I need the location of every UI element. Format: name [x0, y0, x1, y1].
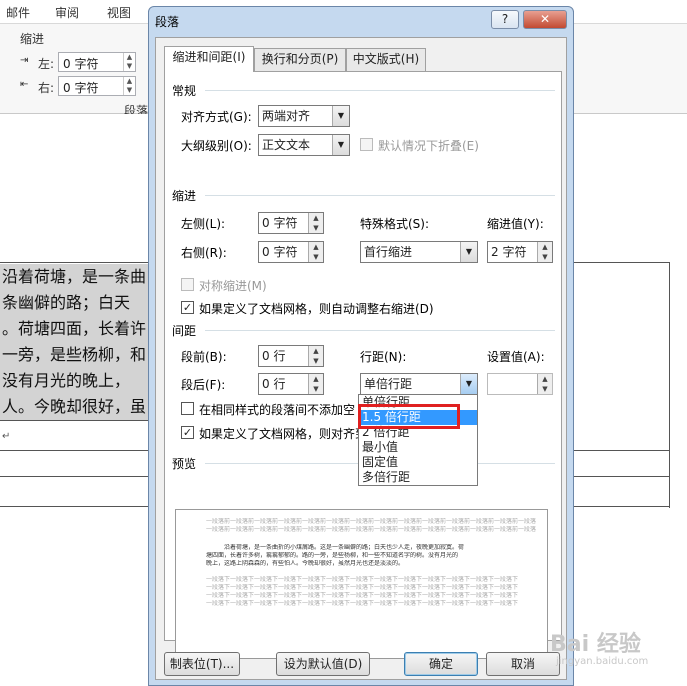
tab-mailings[interactable]: 邮件 — [6, 4, 30, 21]
preview-prev-text: 一段落前一段落前一段落前一段落前一段落前一段落前一段落前一段落前一段落前一段落前… — [206, 526, 536, 533]
outline-level-label: 大纲级别(O): — [181, 139, 252, 153]
line-spacing-option[interactable]: 多倍行距 — [359, 470, 477, 485]
preview-sample-text: 沿着荷塘，是一条曲折的小煤屑路。这是一条幽僻的路；白天也少人走，夜晚更加寂寞。荷 — [224, 544, 465, 551]
line-spacing-at-spinner[interactable]: ▲ ▼ — [487, 373, 553, 395]
preview-next-text: 一段落下一段落下一段落下一段落下一段落下一段落下一段落下一段落下一段落下一段落下… — [206, 576, 519, 583]
separator — [205, 90, 555, 91]
indent-left-icon: ⇥ — [20, 55, 29, 66]
section-preview: 预览 — [172, 457, 197, 471]
no-space-same-style-label: 在相同样式的段落间不添加空 — [199, 403, 356, 417]
mirror-indents-checkbox[interactable] — [181, 278, 194, 291]
baidu-watermark: Bai 经验 — [550, 632, 641, 657]
indent-by-spinner[interactable]: 2 字符 ▲ ▼ — [487, 241, 553, 263]
section-general: 常规 — [172, 84, 197, 98]
highlight-box — [358, 404, 460, 429]
preview-sample-text: 晚上，这路上阴森森的，有些怕人。今晚却很好，虽然月光也还是淡淡的。 — [206, 560, 405, 567]
table-border — [572, 506, 670, 507]
table-border — [572, 450, 670, 451]
line-spacing-option[interactable]: 最小值 — [359, 440, 477, 455]
paragraph-mark-icon: ↵ — [2, 431, 11, 442]
tab-view[interactable]: 视图 — [107, 4, 131, 21]
line-spacing-at-label: 设置值(A): — [487, 350, 545, 364]
auto-adjust-right-indent-label: 如果定义了文档网格，则自动调整右缩进(D) — [199, 302, 434, 316]
preview-sample-text: 塘四面，长着许多树，蓊蓊郁郁的。路的一旁，是些杨柳，和一些不知道名字的树。没有月… — [206, 552, 459, 559]
table-border — [0, 262, 160, 263]
table-border — [572, 262, 670, 263]
table-border — [669, 262, 670, 508]
tab-review[interactable]: 审阅 — [55, 4, 79, 21]
collapse-by-default-label: 默认情况下折叠(E) — [378, 139, 479, 153]
section-indentation: 缩进 — [172, 189, 197, 203]
indent-left-label: 左侧(L): — [181, 217, 226, 231]
chevron-down-icon: ▼ — [332, 135, 349, 155]
spacing-before-label: 段前(B): — [181, 350, 227, 364]
line-spacing-label: 行距(N): — [360, 350, 407, 364]
alignment-label: 对齐方式(G): — [181, 110, 252, 124]
help-button[interactable]: ? — [491, 10, 519, 29]
no-space-same-style-checkbox[interactable] — [181, 402, 194, 415]
spacing-after-label: 段后(F): — [181, 378, 226, 392]
snap-to-grid-label: 如果定义了文档网格，则对齐到 — [199, 427, 368, 441]
table-border — [0, 450, 160, 451]
table-border — [0, 506, 160, 507]
tab-indent-spacing[interactable]: 缩进和间距(I) — [164, 46, 254, 72]
tabs-button[interactable]: 制表位(T)... — [164, 652, 240, 676]
alignment-combo[interactable]: 两端对齐 ▼ — [258, 105, 350, 127]
indent-left-spinner[interactable]: 0 字符 ▲ ▼ — [258, 212, 324, 234]
chevron-down-icon: ▼ — [332, 106, 349, 126]
indent-right-label: 右: — [38, 81, 55, 95]
ribbon-right-indent-spinner[interactable]: 0 字符 ▲ ▼ — [58, 76, 136, 96]
table-border — [0, 476, 160, 477]
tab-panel: 常规 对齐方式(G): 两端对齐 ▼ 大纲级别(O): 正文文本 ▼ 默认情况下折叠… — [164, 71, 562, 659]
paragraph-dialog: 段落 ? ✕ 缩进和间距(I) 换行和分页(P) 中文版式(H) 常规 对齐方式… — [148, 6, 574, 686]
table-border — [572, 476, 670, 477]
spacing-after-spinner[interactable]: 0 行 ▲ ▼ — [258, 373, 324, 395]
indent-left-label: 左: — [38, 57, 55, 71]
preview-next-text: 一段落下一段落下一段落下一段落下一段落下一段落下一段落下一段落下一段落下一段落下… — [206, 592, 519, 599]
preview-prev-text: 一段落前一段落前一段落前一段落前一段落前一段落前一段落前一段落前一段落前一段落前… — [206, 518, 536, 525]
indent-right-spinner[interactable]: 0 字符 ▲ ▼ — [258, 241, 324, 263]
tab-line-page-breaks[interactable]: 换行和分页(P) — [254, 48, 346, 71]
collapse-by-default-checkbox[interactable] — [360, 138, 373, 151]
mirror-indents-label: 对称缩进(M) — [199, 279, 267, 293]
indent-right-icon: ⇤ — [20, 79, 29, 90]
indent-group-label: 缩进 — [20, 32, 45, 46]
indent-by-label: 缩进值(Y): — [487, 217, 544, 231]
chevron-down-icon: ▼ — [460, 374, 477, 394]
dialog-body: 缩进和间距(I) 换行和分页(P) 中文版式(H) 常规 对齐方式(G): 两端… — [155, 37, 567, 680]
spacing-before-spinner[interactable]: 0 行 ▲ ▼ — [258, 345, 324, 367]
dialog-title: 段落 — [155, 15, 180, 29]
ok-button[interactable]: 确定 — [404, 652, 478, 676]
chevron-down-icon: ▼ — [460, 242, 477, 262]
baidu-watermark-url: jingyan.baidu.com — [556, 656, 649, 667]
tab-asian-typography[interactable]: 中文版式(H) — [346, 48, 426, 71]
outline-level-combo[interactable]: 正文文本 ▼ — [258, 134, 350, 156]
ribbon-left-indent-spinner[interactable]: 0 字符 ▲ ▼ — [58, 52, 136, 72]
special-indent-combo[interactable]: 首行缩进 ▼ — [360, 241, 478, 263]
paragraph-preview: 一段落前一段落前一段落前一段落前一段落前一段落前一段落前一段落前一段落前一段落前… — [175, 509, 548, 659]
preview-next-text: 一段落下一段落下一段落下一段落下一段落下一段落下一段落下一段落下一段落下一段落下… — [206, 600, 519, 607]
line-spacing-combo[interactable]: 单倍行距 ▼ — [360, 373, 478, 395]
cancel-button[interactable]: 取消 — [486, 652, 560, 676]
separator — [205, 330, 555, 331]
separator — [205, 195, 555, 196]
indent-right-label: 右侧(R): — [181, 246, 227, 260]
close-button[interactable]: ✕ — [523, 10, 567, 29]
set-as-default-button[interactable]: 设为默认值(D) — [276, 652, 370, 676]
line-spacing-option[interactable]: 固定值 — [359, 455, 477, 470]
special-indent-label: 特殊格式(S): — [360, 217, 430, 231]
preview-next-text: 一段落下一段落下一段落下一段落下一段落下一段落下一段落下一段落下一段落下一段落下… — [206, 584, 519, 591]
table-border — [0, 420, 160, 421]
section-spacing: 间距 — [172, 324, 197, 338]
snap-to-grid-checkbox[interactable]: ✓ — [181, 426, 194, 439]
auto-adjust-right-indent-checkbox[interactable]: ✓ — [181, 301, 194, 314]
